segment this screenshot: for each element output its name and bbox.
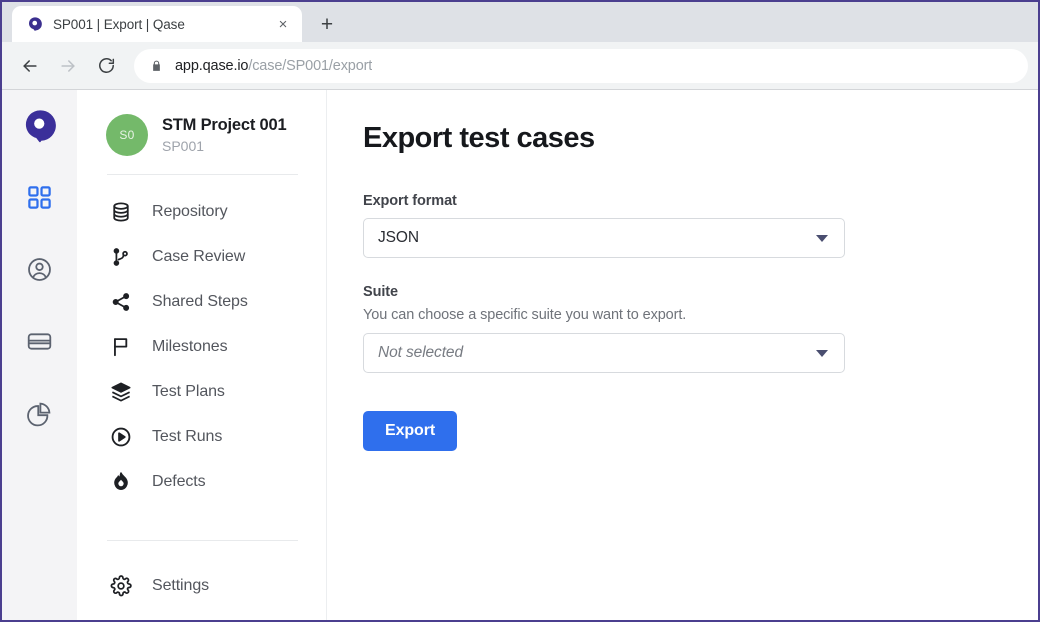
url-text: app.qase.io/case/SP001/export (175, 58, 372, 74)
suite-field: Suite You can choose a specific suite yo… (363, 284, 998, 373)
url-path: /case/SP001/export (248, 57, 373, 74)
project-sidebar: S0 STM Project 001 SP001 Repository Case… (77, 90, 327, 620)
suite-select[interactable]: Not selected (363, 333, 845, 373)
browser-tab[interactable]: SP001 | Export | Qase × (12, 6, 302, 42)
avatar: S0 (106, 114, 148, 156)
sidebar-settings-section: Settings (77, 540, 326, 620)
main-content: Export test cases Export format JSON Sui… (327, 90, 1038, 620)
sidebar-item-label: Shared Steps (152, 292, 248, 310)
browser-toolbar: app.qase.io/case/SP001/export (2, 42, 1038, 90)
project-code: SP001 (162, 137, 205, 154)
share-nodes-icon (109, 290, 132, 313)
flame-icon (109, 470, 132, 493)
browser-window: SP001 | Export | Qase × + app.qase.io/ca… (0, 0, 1040, 622)
rail-icon-users[interactable] (17, 246, 63, 292)
project-meta: STM Project 001 SP001 (162, 115, 287, 155)
export-format-select[interactable]: JSON (363, 218, 845, 258)
sidebar-item-shared-steps[interactable]: Shared Steps (77, 279, 326, 324)
chevron-down-icon (816, 234, 828, 242)
page-title: Export test cases (363, 122, 595, 154)
sidebar-item-label: Repository (152, 202, 228, 220)
sidebar-item-label: Milestones (152, 337, 228, 355)
tab-title: SP001 | Export | Qase (53, 16, 185, 32)
qase-logo-icon (26, 16, 43, 33)
sidebar-item-settings[interactable]: Settings (77, 563, 326, 608)
close-icon[interactable]: × (272, 13, 294, 35)
sidebar-item-label: Settings (152, 576, 210, 594)
sidebar-item-case-review[interactable]: Case Review (77, 234, 326, 279)
sidebar-item-test-plans[interactable]: Test Plans (77, 369, 326, 414)
sidebar-item-repository[interactable]: Repository (77, 189, 326, 234)
chevron-down-icon (816, 349, 828, 357)
qase-logo-icon[interactable] (22, 108, 58, 144)
page-viewport: S0 STM Project 001 SP001 Repository Case… (2, 90, 1038, 620)
sidebar-nav-list: Repository Case Review Shared Steps Mile… (77, 175, 326, 504)
project-header[interactable]: S0 STM Project 001 SP001 (77, 114, 326, 156)
database-icon (109, 200, 132, 223)
play-circle-icon (109, 425, 132, 448)
export-format-value: JSON (378, 229, 419, 246)
address-bar[interactable]: app.qase.io/case/SP001/export (134, 48, 1028, 83)
rail-icon-reports[interactable] (17, 390, 63, 436)
sidebar-item-label: Test Runs (152, 427, 223, 445)
app-icon-rail (2, 90, 77, 620)
lock-icon (150, 59, 163, 73)
suite-value: Not selected (378, 344, 463, 361)
sidebar-item-milestones[interactable]: Milestones (77, 324, 326, 369)
reload-icon[interactable] (88, 48, 124, 84)
new-tab-icon[interactable]: + (310, 7, 344, 41)
sidebar-item-label: Test Plans (152, 382, 225, 400)
gear-icon (109, 574, 132, 597)
export-button[interactable]: Export (363, 411, 458, 451)
tab-strip: SP001 | Export | Qase × + (2, 2, 1038, 42)
arrow-right-icon[interactable] (50, 48, 86, 84)
export-format-field: Export format JSON (363, 193, 998, 258)
sidebar-divider-bottom (107, 540, 298, 541)
project-title: STM Project 001 (162, 116, 287, 135)
sidebar-item-test-runs[interactable]: Test Runs (77, 414, 326, 459)
sidebar-item-defects[interactable]: Defects (77, 459, 326, 504)
sidebar-item-label: Case Review (152, 247, 246, 265)
suite-label: Suite (363, 284, 398, 300)
suite-help-text: You can choose a specific suite you want… (363, 307, 687, 323)
rail-icon-projects[interactable] (17, 174, 63, 220)
arrow-left-icon[interactable] (12, 48, 48, 84)
flag-icon (109, 335, 132, 358)
url-domain: app.qase.io (175, 57, 249, 74)
rail-icon-billing[interactable] (17, 318, 63, 364)
layers-icon (109, 380, 132, 403)
git-branch-icon (109, 245, 132, 268)
sidebar-item-label: Defects (152, 472, 206, 490)
export-format-label: Export format (363, 193, 457, 209)
